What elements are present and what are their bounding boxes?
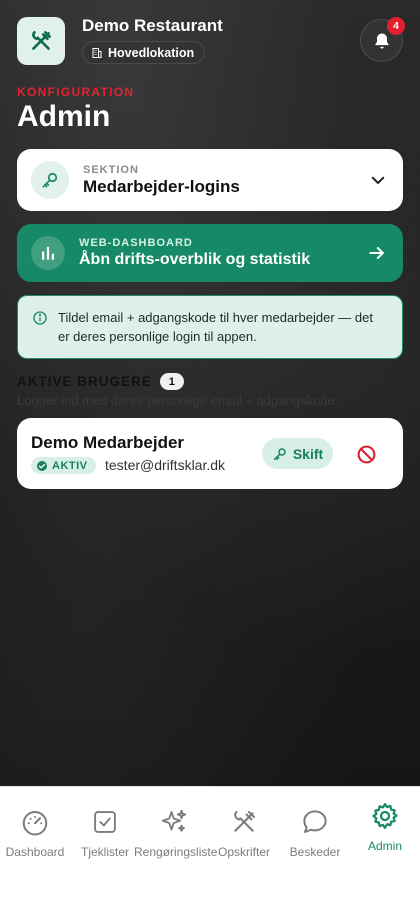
nav-label: Beskeder <box>289 845 341 859</box>
key-icon <box>42 172 58 188</box>
dash-icon-circle <box>31 236 65 270</box>
user-card: Demo Medarbejder AKTIV tester@driftsklar… <box>17 418 403 489</box>
gear-icon <box>372 803 398 829</box>
sparkles-icon <box>161 809 187 832</box>
page-title: Admin <box>17 100 111 133</box>
bar-chart-icon <box>42 247 54 260</box>
utensils-icon <box>32 31 51 50</box>
user-email: tester@driftsklar.dk <box>105 457 226 473</box>
info-text: Tildel email + adgangskode til hver meda… <box>58 310 373 344</box>
info-icon <box>33 311 47 325</box>
nav-item-dashboard[interactable]: Dashboard <box>0 805 75 859</box>
utensils-icon <box>234 811 255 832</box>
dashboard-caption: WEB-DASHBOARD <box>79 237 193 249</box>
gauge-icon <box>22 811 48 836</box>
status-badge: AKTIV <box>31 457 96 474</box>
check-circle-icon <box>37 460 47 471</box>
switch-password-button[interactable]: Skift <box>262 438 333 469</box>
bell-icon <box>374 33 389 48</box>
building-icon <box>92 47 102 58</box>
user-name: Demo Medarbejder <box>31 433 185 452</box>
ban-icon <box>357 445 375 463</box>
dashboard-label: Åbn drifts-overblik og statistik <box>79 251 311 268</box>
chat-icon <box>303 810 327 833</box>
section-selector[interactable]: SEKTION Medarbejder-logins <box>17 149 403 211</box>
nav-label: Admin <box>367 839 402 853</box>
nav-item-beskeder[interactable]: Beskeder <box>275 805 355 859</box>
section-caption: SEKTION <box>83 163 139 176</box>
notification-count-badge: 4 <box>387 17 405 35</box>
nav-item-admin[interactable]: Admin <box>345 799 420 853</box>
active-users-count: 1 <box>159 373 184 390</box>
location-chip[interactable]: Hovedlokation <box>82 41 206 64</box>
nav-label: Rengøringsliste <box>134 845 218 859</box>
section-icon-circle <box>31 161 69 199</box>
section-value: Medarbejder-logins <box>83 176 240 196</box>
nav-label: Tjeklister <box>80 845 129 859</box>
app-title: Demo Restaurant <box>82 16 223 35</box>
active-users-subtitle: Logger ind med deres personlige email + … <box>17 393 339 408</box>
checkbox-icon <box>94 811 116 833</box>
nav-item-opskrifter[interactable]: Opskrifter <box>204 805 284 859</box>
app-logo <box>17 17 65 65</box>
status-label: AKTIV <box>52 459 88 472</box>
arrow-right-icon <box>369 247 384 259</box>
page-kicker: KONFIGURATION <box>17 85 135 99</box>
nav-item-tjeklister[interactable]: Tjeklister <box>65 805 145 859</box>
switch-label: Skift <box>292 445 324 462</box>
chevron-down-icon <box>371 176 385 184</box>
deactivate-user-button[interactable] <box>351 439 381 469</box>
key-icon <box>273 447 286 460</box>
nav-label: Dashboard <box>5 845 65 859</box>
location-label: Hovedlokation <box>108 45 195 60</box>
info-banner: Tildel email + adgangskode til hver meda… <box>17 295 403 359</box>
active-users-heading: AKTIVE BRUGERE 1 <box>17 373 184 390</box>
nav-item-rengoringsliste[interactable]: Rengøringsliste <box>134 805 218 859</box>
active-users-label: AKTIVE BRUGERE <box>17 374 152 389</box>
web-dashboard-button[interactable]: WEB-DASHBOARD Åbn drifts-overblik og sta… <box>17 224 403 282</box>
bottom-nav: Dashboard Tjeklister Rengøringsliste Ops… <box>0 786 420 909</box>
nav-label: Opskrifter <box>217 845 270 859</box>
